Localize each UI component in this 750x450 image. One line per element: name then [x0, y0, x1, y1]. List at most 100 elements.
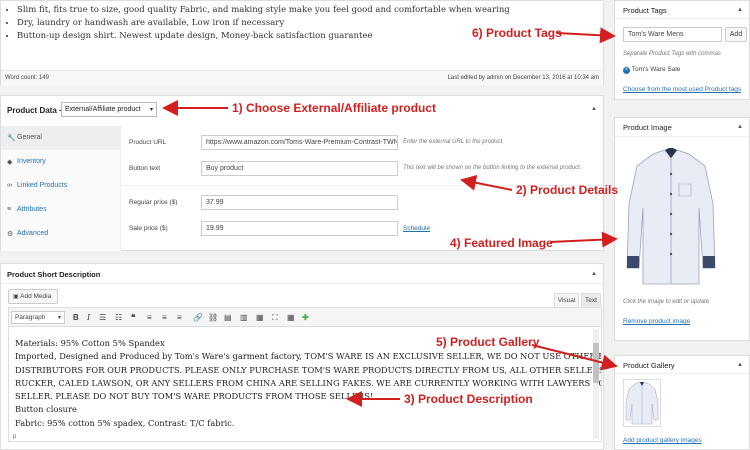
add-gallery-images-link[interactable]: Add product gallery images — [623, 437, 702, 444]
shirt-image — [626, 148, 716, 285]
product-tags-panel: Product Tags ▲ Tom's Ware Mens Add Separ… — [614, 0, 750, 100]
product-data-tabs: 🔧 General ◆ Inventory ∞ Linked Products … — [1, 126, 121, 251]
media-icon: ▣ — [13, 294, 19, 300]
insert-link-icon[interactable]: 🔗 — [193, 313, 203, 322]
fullscreen-icon[interactable]: ⛶ — [272, 313, 278, 323]
regular-price-input[interactable]: 37.99 — [201, 195, 398, 210]
choose-tags-link[interactable]: Choose from the most used Product tags — [623, 86, 741, 93]
remove-product-image-link[interactable]: Remove product image — [623, 318, 690, 325]
tab-text[interactable]: Text — [581, 293, 601, 307]
add-media-button[interactable]: ▣ Add Media — [8, 289, 58, 304]
gear-icon: ⚙ — [7, 231, 14, 238]
tab-general[interactable]: 🔧 General — [1, 127, 121, 150]
product-type-value: External/Affiliate product — [65, 106, 141, 113]
schedule-link[interactable]: Schedule — [403, 225, 430, 232]
regular-price-label: Regular price ($) — [129, 199, 178, 206]
list-icon: ≡ — [7, 206, 12, 213]
product-url-label: Product URL — [129, 139, 167, 146]
tab-advanced[interactable]: ⚙ Advanced — [1, 223, 121, 246]
featured-image[interactable] — [623, 144, 719, 290]
collapse-arrow-icon[interactable]: ▲ — [737, 7, 743, 13]
last-edited: Last edited by admin on December 13, 201… — [447, 75, 599, 81]
plugin-icon[interactable]: ✚ — [302, 313, 309, 322]
collapse-arrow-icon[interactable]: ▲ — [591, 106, 597, 112]
tab-text-label: Text — [585, 297, 597, 304]
tab-inventory[interactable]: ◆ Inventory — [1, 151, 121, 174]
format-select[interactable]: Paragraph ▾ — [11, 311, 65, 324]
header-divider — [615, 18, 749, 19]
collapse-arrow-icon[interactable]: ▲ — [737, 362, 743, 368]
align-left-icon[interactable]: ≡ — [147, 313, 152, 322]
text-line: Imported, Designed and Produced by Tom's… — [15, 351, 602, 362]
annotation-featured-image: 4) Featured Image — [450, 236, 553, 250]
header-divider — [1, 283, 603, 284]
status-bar: Word count: 149 Last edited by admin on … — [1, 70, 603, 86]
existing-tag: × Tom's Ware Sale — [623, 66, 680, 74]
product-gallery-title: Product Gallery — [623, 361, 675, 370]
annotation-product-description: 3) Product Description — [404, 392, 533, 406]
product-url-input[interactable]: https://www.amazon.com/Toms-Ware-Premium… — [201, 135, 398, 150]
shirt-thumbnail — [625, 381, 659, 425]
tab-linked-products[interactable]: ∞ Linked Products — [1, 175, 121, 198]
product-gallery-panel: Product Gallery ▲ Add product gallery im… — [614, 355, 750, 450]
product-image-title: Product Image — [623, 123, 672, 132]
blockquote-icon[interactable]: ❝ — [131, 313, 135, 322]
link-icon: ∞ — [7, 182, 12, 189]
annotation-choose-type: 1) Choose External/Affiliate product — [232, 101, 437, 115]
wrench-icon: 🔧 — [7, 135, 16, 142]
tab-visual[interactable]: Visual — [554, 293, 579, 307]
text-line: Fabric: 95% cotton 5% spadex, Contrast: … — [15, 417, 235, 428]
tag-icon: ◆ — [7, 159, 13, 166]
text-line: DISTRIBUTORS FOR OUR PRODUCTS. PLEASE ON… — [15, 364, 602, 375]
table-icon[interactable]: ▦ — [287, 313, 295, 322]
description-bullet: Dry, laundry or handwash are available, … — [17, 17, 510, 30]
product-url-desc: Enter the external URL to the product. — [403, 139, 504, 145]
product-data-panel: Product Data — External/Affiliate produc… — [0, 95, 604, 251]
bullet-list-icon[interactable]: ☰ — [99, 313, 106, 322]
product-tags-title: Product Tags — [623, 6, 667, 15]
chevron-down-icon: ▾ — [149, 107, 153, 113]
align-right-icon[interactable]: ≡ — [177, 313, 182, 322]
sale-price-input[interactable]: 19.99 — [201, 221, 398, 236]
tab-label: Inventory — [17, 158, 46, 165]
description-bullet: Button-up design shirt. Newest update de… — [17, 30, 510, 43]
header-divider — [615, 373, 749, 374]
tab-attributes[interactable]: ≡ Attributes — [1, 199, 121, 222]
sale-price-label: Sale price ($) — [129, 225, 168, 232]
short-description-title: Product Short Description — [7, 270, 101, 279]
read-more-icon[interactable]: ▤ — [224, 313, 232, 322]
collapse-arrow-icon[interactable]: ▲ — [591, 271, 597, 277]
remove-tag-icon[interactable]: × — [623, 67, 630, 74]
bold-icon[interactable]: B — [73, 313, 79, 322]
editor-scrollbar[interactable] — [593, 329, 599, 439]
add-tag-label: Add — [729, 31, 743, 38]
chevron-down-icon: ▾ — [57, 315, 61, 321]
word-count: Word count: 149 — [5, 75, 49, 81]
annotation-product-details: 2) Product Details — [516, 183, 619, 197]
scrollbar-thumb[interactable] — [593, 343, 599, 383]
product-data-label: Product Data — — [7, 106, 68, 115]
element-path: p — [13, 434, 17, 440]
tags-hint: Separate Product Tags with commas — [623, 51, 721, 57]
header-divider — [615, 136, 749, 137]
remove-link-icon[interactable]: ⛓ — [208, 313, 218, 322]
toolbar-toggle-icon[interactable]: ▦ — [256, 313, 264, 322]
description-bullet: Slim fit, fits true to size, good qualit… — [17, 4, 510, 17]
annotation-product-tags: 6) Product Tags — [472, 26, 562, 40]
add-tag-button[interactable]: Add — [725, 27, 747, 42]
annotation-product-gallery: 5) Product Gallery — [436, 335, 540, 349]
tag-input[interactable]: Tom's Ware Mens — [623, 27, 722, 42]
align-center-icon[interactable]: ≡ — [162, 313, 167, 322]
button-text-input[interactable]: Buy product — [201, 161, 398, 176]
existing-tag-label: Tom's Ware Sale — [631, 66, 681, 73]
short-description-panel: Product Short Description ▲ ▣ Add Media … — [0, 263, 604, 450]
paste-icon[interactable]: ▥ — [240, 313, 248, 322]
tab-label: General — [17, 134, 42, 141]
collapse-arrow-icon[interactable]: ▲ — [737, 124, 743, 130]
gallery-thumbnail[interactable] — [623, 379, 661, 427]
product-image-hint: Click the image to edit or update — [623, 299, 710, 305]
tab-label: Advanced — [17, 230, 49, 237]
product-type-select[interactable]: External/Affiliate product ▾ — [61, 102, 157, 117]
italic-icon[interactable]: I — [87, 313, 90, 322]
numbered-list-icon[interactable]: ☷ — [115, 313, 122, 322]
